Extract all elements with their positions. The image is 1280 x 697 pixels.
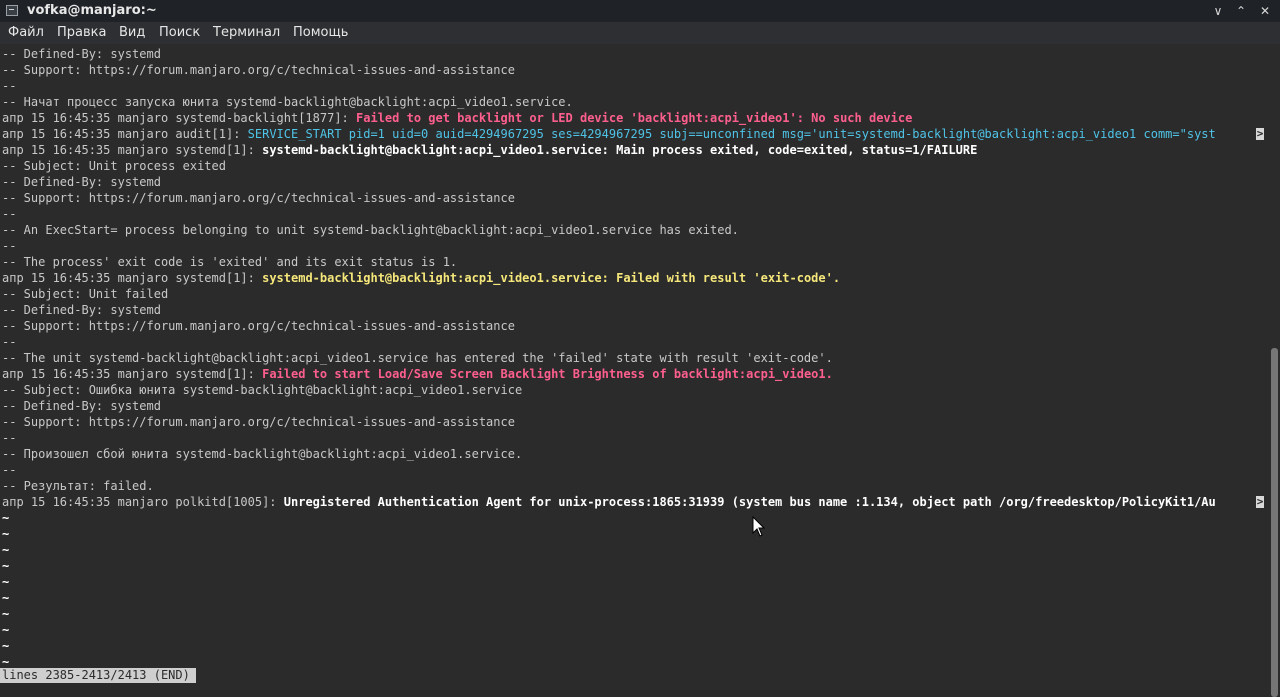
log-line: -- Defined-By: systemd [2,399,161,413]
empty-line-tilde: ~ [2,559,10,573]
menu-search[interactable]: Поиск [159,25,200,40]
terminal-output[interactable]: -- Defined-By: systemd -- Support: https… [0,44,1268,697]
log-message-audit: SERVICE_START pid=1 uid=0 auid=429496729… [247,127,1216,141]
log-line: -- Support: https://forum.manjaro.org/c/… [2,191,515,205]
log-message-warning: systemd-backlight@backlight:acpi_video1.… [262,271,841,285]
menu-help[interactable]: Помощь [293,25,348,40]
log-line: -- Subject: Unit failed [2,287,169,301]
maximize-button[interactable]: ⌃ [1231,2,1251,20]
truncation-marker: > [1256,127,1264,140]
log-line: апр 15 16:45:35 manjaro audit[1]: SERVIC… [2,126,1266,142]
empty-line-tilde: ~ [2,511,10,525]
log-line: -- The unit systemd-backlight@backlight:… [2,351,833,365]
empty-line-tilde: ~ [2,575,10,589]
window-titlebar: vofka@manjaro:~ ∨ ⌃ ✕ [0,0,1280,22]
log-prefix: апр 15 16:45:35 manjaro systemd[1]: [2,143,263,157]
log-line: -- [2,463,17,477]
truncation-marker: > [1256,495,1264,508]
empty-line-tilde: ~ [2,591,10,605]
log-line: -- [2,207,17,221]
log-line: апр 15 16:45:35 manjaro systemd[1]: syst… [2,142,1266,158]
log-message-error: Failed to start Load/Save Screen Backlig… [262,367,833,381]
menu-edit[interactable]: Правка [57,25,106,40]
empty-line-tilde: ~ [2,623,10,637]
empty-line-tilde: ~ [2,639,10,653]
minimize-button[interactable]: ∨ [1208,2,1228,20]
terminal-icon [6,5,18,16]
window-title: vofka@manjaro:~ [27,3,157,18]
log-line: -- The process' exit code is 'exited' an… [2,255,458,269]
log-line: -- Support: https://forum.manjaro.org/c/… [2,415,515,429]
menu-view[interactable]: Вид [119,25,145,40]
log-line: -- [2,239,17,253]
pager-status-line: lines 2385-2413/2413 (END) [0,668,196,683]
log-line: -- An ExecStart= process belonging to un… [2,223,739,237]
log-prefix: апр 15 16:45:35 manjaro systemd-backligh… [2,111,357,125]
menu-terminal[interactable]: Терминал [213,25,280,40]
log-line: -- Результат: failed. [2,479,154,493]
log-message-notice: systemd-backlight@backlight:acpi_video1.… [262,143,978,157]
menu-file[interactable]: Файл [8,25,44,40]
log-prefix: апр 15 16:45:35 manjaro audit[1]: [2,127,248,141]
empty-line-tilde: ~ [2,527,10,541]
menu-bar: Файл Правка Вид Поиск Терминал Помощь [0,22,1280,44]
log-prefix: апр 15 16:45:35 manjaro polkitd[1005]: [2,495,284,509]
log-line: -- [2,79,17,93]
log-message-notice: Unregistered Authentication Agent for un… [283,495,1216,509]
log-line: апр 15 16:45:35 manjaro systemd[1]: syst… [2,270,1266,286]
empty-line-tilde: ~ [2,543,10,557]
log-line: -- Subject: Unit process exited [2,159,226,173]
scrollbar-thumb[interactable] [1271,348,1278,697]
log-prefix: апр 15 16:45:35 manjaro systemd[1]: [2,271,263,285]
log-line: -- [2,431,17,445]
mouse-cursor-icon [752,516,766,537]
log-line: апр 15 16:45:35 manjaro polkitd[1005]: U… [2,494,1266,510]
log-line: -- [2,335,17,349]
log-line: -- Support: https://forum.manjaro.org/c/… [2,63,515,77]
log-line: -- Defined-By: systemd [2,303,161,317]
empty-line-tilde: ~ [2,607,10,621]
log-line: апр 15 16:45:35 manjaro systemd-backligh… [2,110,1266,126]
log-line: -- Support: https://forum.manjaro.org/c/… [2,319,515,333]
log-line: -- Defined-By: systemd [2,175,161,189]
log-line: апр 15 16:45:35 manjaro systemd[1]: Fail… [2,366,1266,382]
vertical-scrollbar[interactable] [1268,44,1280,697]
log-line: -- Subject: Ошибка юнита systemd-backlig… [2,383,523,397]
log-line: -- Произошел сбой юнита systemd-backligh… [2,447,523,461]
log-message-error: Failed to get backlight or LED device 'b… [356,111,913,125]
log-prefix: апр 15 16:45:35 manjaro systemd[1]: [2,367,263,381]
log-line: -- Defined-By: systemd [2,47,161,61]
close-button[interactable]: ✕ [1255,2,1275,20]
log-line: -- Начат процесс запуска юнита systemd-b… [2,95,573,109]
